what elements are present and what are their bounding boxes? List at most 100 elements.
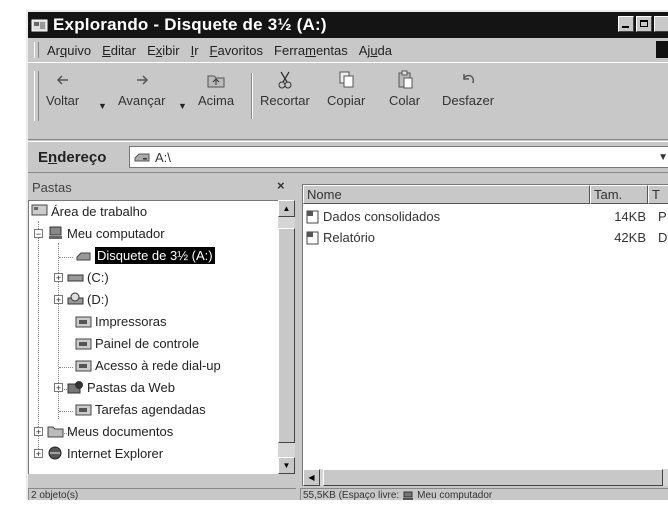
up-label: Acima: [198, 93, 235, 108]
tree-item-label: Impressoras: [95, 313, 167, 329]
tree-item-dialup[interactable]: Acesso à rede dial-up: [75, 355, 221, 375]
file-type: D: [658, 230, 668, 245]
tree-item-web-folders[interactable]: + Pastas da Web: [54, 377, 175, 397]
copy-label: Copiar: [327, 93, 366, 108]
back-label: Voltar: [46, 93, 80, 108]
back-arrow-icon: [56, 75, 68, 85]
window-title: Explorando - Disquete de 3½ (A:): [53, 15, 327, 34]
tree-item-my-documents[interactable]: + Meus documentos: [34, 421, 173, 441]
dialup-network-icon: [75, 360, 92, 372]
expand-toggle[interactable]: +: [54, 272, 63, 282]
scroll-thumb[interactable]: [278, 228, 295, 443]
scroll-left-arrow-icon[interactable]: ◀: [303, 469, 320, 486]
copy-button[interactable]: Copiar: [327, 69, 365, 129]
internet-explorer-icon: [48, 446, 62, 460]
file-row[interactable]: Relatório: [305, 228, 375, 247]
maximize-icon: [640, 20, 648, 27]
folder-tree-scrollbar[interactable]: ▲ ▼: [278, 200, 295, 474]
tree-item-label: Tarefas agendadas: [95, 401, 206, 417]
column-header-name[interactable]: Nome: [303, 185, 590, 204]
tree-item-label-selected: Disquete de 3½ (A:): [95, 246, 215, 264]
tree-item-internet-explorer[interactable]: + Internet Explorer: [34, 443, 163, 463]
menu-ajuda[interactable]: Ajuda: [359, 43, 392, 58]
column-header-size[interactable]: Tam.: [590, 185, 648, 204]
menu-exibir[interactable]: Exibir: [147, 43, 180, 58]
tree-item-label: Área de trabalho: [51, 203, 148, 219]
scroll-up-arrow-icon[interactable]: ▲: [278, 200, 295, 217]
expand-toggle[interactable]: +: [34, 448, 43, 458]
collapse-toggle[interactable]: −: [34, 228, 43, 238]
address-bar: Endereço A:\ ▼: [28, 141, 668, 173]
menu-ir[interactable]: Ir: [191, 43, 199, 58]
menu-editar[interactable]: Editar: [102, 43, 136, 58]
status-details: 55,5KB (Espaço livre: Meu computador: [300, 488, 668, 500]
tree-item-printers[interactable]: Impressoras: [75, 311, 167, 331]
paste-button[interactable]: Colar: [389, 69, 420, 129]
document-icon: [306, 210, 319, 223]
scroll-thumb[interactable]: [323, 469, 663, 486]
tree-item-label: (C:): [87, 269, 109, 285]
file-list-pane: Nome Tam. T Dados consolidados 14KB P Re…: [302, 184, 668, 486]
tree-item-my-computer[interactable]: − Meu computador: [34, 223, 165, 243]
document-icon: [306, 231, 319, 244]
back-dropdown-icon[interactable]: ▼: [98, 101, 107, 111]
status-free-space: 55,5KB (Espaço livre:: [303, 490, 400, 500]
forward-dropdown-icon[interactable]: ▼: [178, 101, 187, 111]
file-size: 14KB: [614, 209, 646, 224]
minimize-icon: [622, 26, 629, 28]
forward-label: Avançar: [118, 93, 166, 108]
tree-item-label: Meu computador: [67, 225, 165, 241]
tree-item-label: Painel de controle: [95, 335, 200, 351]
undo-button[interactable]: Desfazer: [442, 69, 494, 129]
forward-button[interactable]: Avançar: [118, 69, 165, 129]
up-button[interactable]: Acima: [198, 69, 234, 129]
scissors-icon: [278, 71, 292, 89]
back-button[interactable]: Voltar: [46, 69, 79, 129]
file-row[interactable]: Dados consolidados: [305, 207, 440, 226]
floppy-drive-icon: [76, 252, 91, 261]
menu-arquivo[interactable]: Arquivo: [47, 43, 91, 58]
expand-toggle[interactable]: +: [54, 382, 63, 392]
file-name: Dados consolidados: [323, 209, 441, 224]
forward-arrow-icon: [136, 75, 148, 85]
expand-toggle[interactable]: +: [34, 426, 43, 436]
title-bar[interactable]: Explorando - Disquete de 3½ (A:): [28, 12, 668, 38]
maximize-button[interactable]: [636, 16, 652, 32]
cut-button[interactable]: Recortar: [260, 69, 310, 129]
file-list-scrollbar[interactable]: ◀: [303, 469, 668, 486]
address-dropdown-icon[interactable]: ▼: [658, 152, 668, 163]
tree-item-scheduled-tasks[interactable]: Tarefas agendadas: [75, 399, 206, 419]
tree-line: [59, 257, 73, 258]
cut-label: Recortar: [260, 93, 310, 108]
folders-pane-close-icon[interactable]: ×: [277, 178, 285, 193]
printers-folder-icon: [75, 316, 92, 328]
expand-toggle[interactable]: +: [54, 294, 63, 304]
tree-item-drive-d[interactable]: + (D:): [54, 289, 109, 309]
undo-icon: [463, 74, 475, 84]
scheduled-tasks-icon: [75, 404, 92, 416]
close-button[interactable]: [654, 16, 668, 32]
tree-line: [59, 411, 73, 412]
menu-grip[interactable]: [34, 42, 39, 58]
menu-favoritos[interactable]: Favoritos: [210, 43, 263, 58]
tree-item-drive-c[interactable]: + (C:): [54, 267, 109, 287]
copy-icon: [339, 71, 354, 88]
scroll-down-arrow-icon[interactable]: ▼: [278, 457, 295, 474]
toolbar-separator: [251, 73, 253, 119]
paste-icon: [398, 70, 413, 89]
column-header-type[interactable]: T: [648, 185, 668, 204]
address-input[interactable]: A:\ ▼: [129, 146, 668, 168]
file-size: 42KB: [614, 230, 646, 245]
menu-bar: Arquivo Editar Exibir Ir Favoritos Ferra…: [28, 39, 668, 61]
cd-drive-icon: [67, 292, 84, 305]
hard-drive-icon: [67, 274, 84, 282]
folder-icon: [47, 426, 64, 438]
tree-item-floppy[interactable]: Disquete de 3½ (A:): [75, 245, 215, 265]
menu-ferramentas[interactable]: Ferramentas: [274, 43, 348, 58]
tree-item-control-panel[interactable]: Painel de controle: [75, 333, 199, 353]
toolbar-grip[interactable]: [34, 71, 39, 121]
explorer-window: Explorando - Disquete de 3½ (A:) Arquivo…: [26, 10, 668, 500]
address-value: A:\: [155, 149, 171, 165]
minimize-button[interactable]: [618, 16, 634, 32]
tree-item-desktop[interactable]: Área de trabalho: [31, 201, 147, 221]
